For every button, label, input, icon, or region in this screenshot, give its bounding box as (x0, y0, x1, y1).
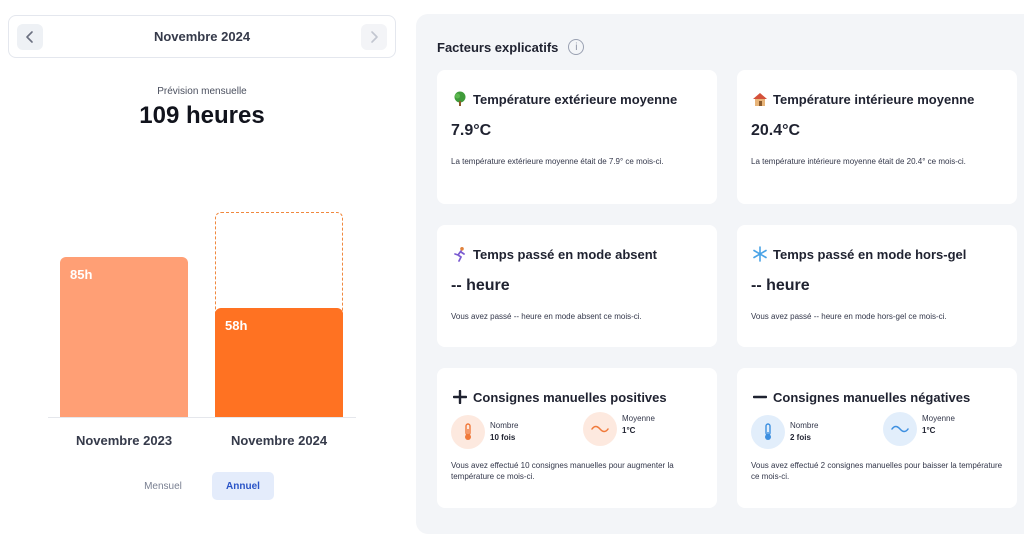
tree-icon (451, 90, 469, 108)
forecast-value: 109 heures (139, 102, 265, 129)
card-title-text: Température intérieure moyenne (773, 91, 975, 107)
card-description: La température intérieure moyenne était … (751, 157, 966, 166)
card-description: Vous avez passé -- heure en mode absent … (451, 312, 642, 321)
card-title-text: Consignes manuelles positives (473, 389, 667, 405)
card-title: Température extérieure moyenne (451, 90, 677, 108)
count-metric: Nombre 2 fois (751, 415, 818, 449)
average-metric: Moyenne 1°C (883, 412, 955, 446)
chart-data-label: 85h (70, 267, 93, 283)
card-title-text: Temps passé en mode hors-gel (773, 246, 967, 262)
factors-title-text: Facteurs explicatifs (437, 39, 559, 55)
wave-icon (883, 412, 917, 446)
thermometer-icon (751, 415, 785, 449)
average-value: 1°C (622, 426, 636, 435)
count-value: 2 fois (790, 433, 811, 442)
chart-category-label: Novembre 2024 (230, 433, 328, 448)
card-frost-mode: Temps passé en mode hors-gel -- heure Vo… (737, 225, 1017, 347)
forecast-label: Prévision mensuelle (157, 86, 247, 97)
snowflake-icon (751, 245, 769, 263)
factors-title: Facteurs explicatifs i (437, 39, 585, 55)
average-label: Moyenne (922, 414, 955, 423)
chart-category-label: Novembre 2023 (75, 433, 173, 448)
count-label: Nombre (790, 421, 819, 430)
card-title: Consignes manuelles négatives (751, 388, 970, 406)
chart-baseline (48, 417, 356, 418)
card-absent-mode: Temps passé en mode absent -- heure Vous… (437, 225, 717, 347)
card-description: Vous avez passé -- heure en mode hors-ge… (751, 312, 947, 321)
card-title-text: Température extérieure moyenne (473, 91, 678, 107)
toggle-mensuel[interactable]: Mensuel (132, 472, 194, 500)
card-interior-temperature: Température intérieure moyenne 20.4°C La… (737, 70, 1017, 204)
next-month-button[interactable] (361, 24, 387, 50)
minus-icon (751, 388, 769, 406)
average-metric: Moyenne 1°C (583, 412, 655, 446)
card-description: La température extérieure moyenne était … (451, 157, 664, 166)
average-value: 1°C (922, 426, 936, 435)
card-value: 7.9°C (451, 122, 492, 139)
thermometer-icon (451, 415, 485, 449)
energy-forecast-panel: Novembre 2024 Prévision mensuelle 109 he… (0, 0, 404, 514)
month-navigator: Novembre 2024 (8, 15, 396, 58)
toggle-annuel[interactable]: Annuel (212, 472, 274, 500)
plus-icon (451, 388, 469, 406)
house-icon (751, 90, 769, 108)
monthly-comparison-chart: 85h Novembre 2023 58h Novembre 2024 (48, 150, 356, 460)
wave-icon (583, 412, 617, 446)
card-value: -- heure (451, 277, 510, 294)
count-metric: Nombre 10 fois (451, 415, 518, 449)
card-title-text: Temps passé en mode absent (473, 246, 657, 262)
card-value: 20.4°C (751, 122, 801, 139)
card-title: Consignes manuelles positives (451, 388, 667, 406)
card-value: -- heure (751, 277, 810, 294)
chart-data-label: 58h (225, 317, 248, 333)
card-description: Vous avez effectué 10 consignes manuelle… (451, 461, 674, 481)
card-title: Temps passé en mode absent (451, 245, 657, 263)
card-positive-setpoints: Consignes manuelles positives Nombre 10 … (437, 368, 717, 508)
card-description: Vous avez effectué 2 consignes manuelles… (751, 461, 1003, 481)
card-title: Temps passé en mode hors-gel (751, 245, 966, 263)
card-title-text: Consignes manuelles négatives (773, 389, 971, 405)
chevron-right-icon (371, 31, 378, 43)
info-icon[interactable]: i (568, 39, 585, 55)
count-label: Nombre (490, 421, 519, 430)
average-label: Moyenne (622, 414, 655, 423)
card-negative-setpoints: Consignes manuelles négatives Nombre 2 f… (737, 368, 1017, 508)
explanatory-factors-panel: Facteurs explicatifs i Température extér… (416, 14, 1024, 534)
running-person-icon (451, 245, 469, 263)
current-month-label: Novembre 2024 (153, 29, 251, 44)
count-value: 10 fois (490, 433, 516, 442)
card-exterior-temperature: Température extérieure moyenne 7.9°C La … (437, 70, 717, 204)
card-title: Température intérieure moyenne (751, 90, 974, 108)
